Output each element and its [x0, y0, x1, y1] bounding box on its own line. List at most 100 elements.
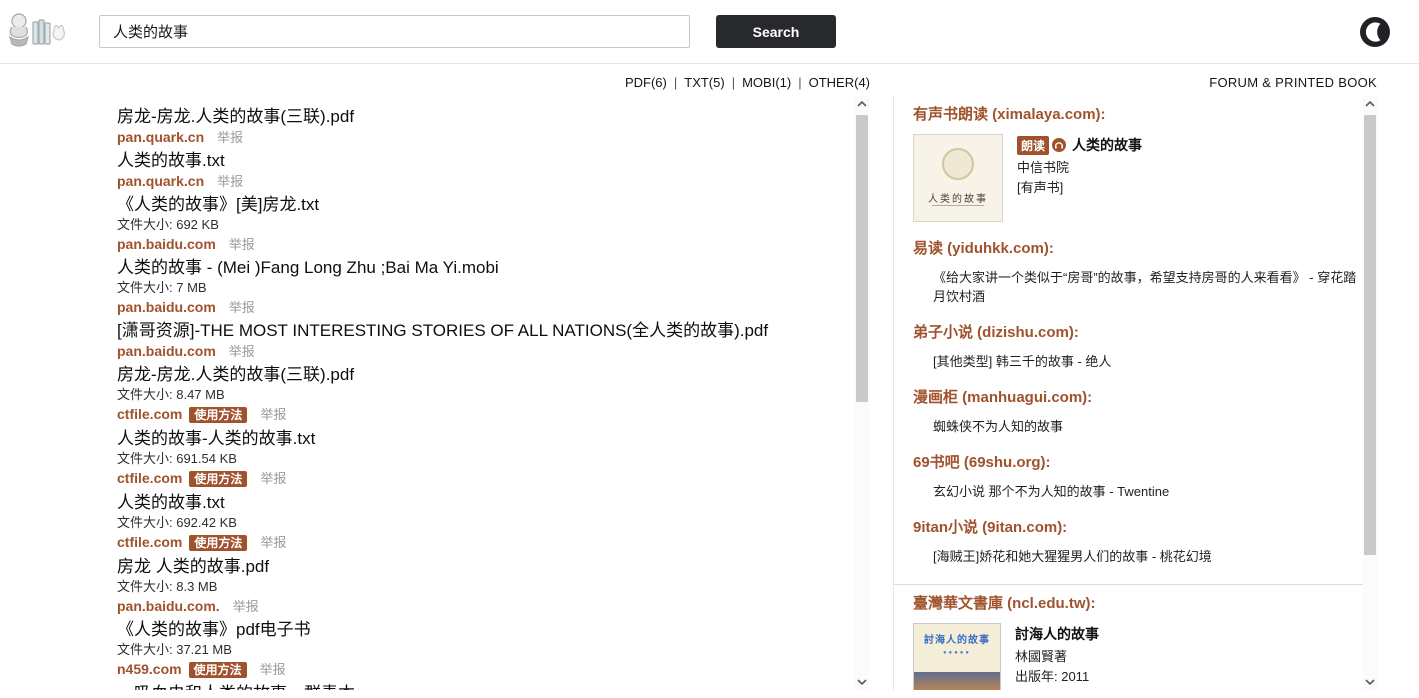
- filter-separator: |: [673, 75, 678, 90]
- report-link[interactable]: 举报: [217, 130, 243, 145]
- report-link[interactable]: 举报: [229, 344, 255, 359]
- sidebar-section-title[interactable]: 漫画柜 (manhuagui.com):: [913, 389, 1363, 407]
- result-source-link[interactable]: pan.baidu.com: [117, 343, 216, 359]
- sidebar-scrollbar[interactable]: [1363, 96, 1377, 690]
- book-card: 人类的故事 朗读 人类的故事 中信书院 [有声书]: [913, 134, 1363, 222]
- sidebar-section-title[interactable]: 9itan小说 (9itan.com):: [913, 519, 1363, 537]
- scroll-up-arrow[interactable]: [855, 96, 869, 112]
- format-filter-mobi[interactable]: MOBI(1): [742, 75, 791, 90]
- result-source-link[interactable]: pan.quark.cn: [117, 173, 204, 189]
- usage-instructions-badge[interactable]: 使用方法: [189, 471, 248, 487]
- format-filter-pdf[interactable]: PDF(6): [625, 75, 667, 90]
- book-meta-line: 出版年: 2011: [1015, 669, 1090, 684]
- site-logo[interactable]: [6, 9, 70, 55]
- book-info: 討海人的故事 林國賢著 出版年: 2011: [1015, 623, 1099, 690]
- top-bar: Search: [0, 0, 1419, 64]
- result-item: 房龙-房龙.人类的故事(三联).pdf 文件大小: 8.47 MB ctfile.c…: [117, 364, 813, 425]
- report-link[interactable]: 举报: [229, 300, 255, 315]
- book-cover-thumbnail[interactable]: 討海人的故事 ●●●●●: [913, 623, 1001, 690]
- result-title-link[interactable]: 吸血虫和人类的故事，群青本: [117, 683, 813, 690]
- sidebar-result-link[interactable]: 蜘蛛侠不为人知的故事: [933, 417, 1363, 436]
- result-title-link[interactable]: 人类的故事 - (Mei )Fang Long Zhu ;Bai Ma Yi.m…: [117, 257, 813, 278]
- sidebar-result-link[interactable]: [海贼王]娇花和她大猩猩男人们的故事 - 桃花幻境: [933, 547, 1363, 566]
- report-link[interactable]: 举报: [260, 407, 286, 422]
- result-source-row: pan.baidu.com 举报: [117, 342, 813, 361]
- filter-separator: |: [731, 75, 736, 90]
- sidebar-result-link[interactable]: 玄幻小说 那个不为人知的故事 - Twentine: [933, 482, 1363, 501]
- result-source-row: ctfile.com 使用方法 举报: [117, 533, 813, 553]
- sidebar-section: 臺灣華文書庫 (ncl.edu.tw): 討海人的故事 ●●●●● 討海人的故事 林國賢…: [913, 595, 1363, 690]
- format-filter-other[interactable]: OTHER(4): [809, 75, 870, 90]
- sidebar-result-link[interactable]: 《给大家讲一个类似于“房哥”的故事，希望支持房哥的人来看看》 - 穿花踏月饮村酒: [933, 268, 1363, 306]
- result-source-link[interactable]: ctfile.com: [117, 406, 182, 422]
- result-title-link[interactable]: [潇哥资源]-THE MOST INTERESTING STORIES OF A…: [117, 320, 813, 341]
- result-source-link[interactable]: n459.com: [117, 661, 182, 677]
- book-title-row: 朗读 人类的故事: [1017, 135, 1142, 155]
- cover-art: 討海人的故事 ●●●●●: [914, 624, 1000, 672]
- result-source-row: pan.quark.cn 举报: [117, 128, 813, 147]
- dark-mode-toggle[interactable]: [1360, 17, 1390, 47]
- sidebar-section-title[interactable]: 有声书朗读 (ximalaya.com):: [913, 106, 1363, 124]
- result-source-row: n459.com 使用方法 举报: [117, 660, 813, 680]
- scroll-down-arrow[interactable]: [855, 674, 869, 690]
- result-item: [潇哥资源]-THE MOST INTERESTING STORIES OF A…: [117, 320, 813, 361]
- result-title-link[interactable]: 《人类的故事》pdf电子书: [117, 619, 813, 640]
- sidebar-section-title[interactable]: 69书吧 (69shu.org):: [913, 454, 1363, 472]
- result-item: 人类的故事 - (Mei )Fang Long Zhu ;Bai Ma Yi.m…: [117, 257, 813, 317]
- scroll-down-arrow[interactable]: [1363, 674, 1377, 690]
- result-source-link[interactable]: ctfile.com: [117, 470, 182, 486]
- filter-bar: PDF(6) | TXT(5) | MOBI(1) | OTHER(4) FORUM & P…: [0, 75, 1419, 95]
- cover-sunset-art: [914, 672, 1000, 690]
- scrollbar-thumb[interactable]: [1364, 115, 1376, 555]
- sidebar-section-title[interactable]: 弟子小说 (dizishu.com):: [913, 324, 1363, 342]
- sidebar-section: 有声书朗读 (ximalaya.com): 人类的故事 朗读 人类的故事 中信书院 [有声…: [913, 106, 1363, 222]
- result-title-link[interactable]: 《人类的故事》[美]房龙.txt: [117, 194, 813, 215]
- usage-instructions-badge[interactable]: 使用方法: [189, 407, 248, 423]
- usage-instructions-badge[interactable]: 使用方法: [188, 662, 247, 678]
- search-button[interactable]: Search: [716, 15, 836, 48]
- result-title-link[interactable]: 人类的故事.txt: [117, 150, 813, 171]
- report-link[interactable]: 举报: [260, 662, 286, 677]
- result-title-link[interactable]: 人类的故事.txt: [117, 492, 813, 513]
- sidebar-result-link[interactable]: [其他类型] 韩三千的故事 - 绝人: [933, 352, 1363, 371]
- usage-instructions-badge[interactable]: 使用方法: [189, 535, 248, 551]
- result-item: 房龙-房龙.人类的故事(三联).pdf pan.quark.cn 举报: [117, 106, 813, 147]
- results-list: 房龙-房龙.人类的故事(三联).pdf pan.quark.cn 举报 人类的故事.t…: [107, 96, 855, 690]
- report-link[interactable]: 举报: [217, 174, 243, 189]
- sidebar-section-title[interactable]: 臺灣華文書庫 (ncl.edu.tw):: [913, 595, 1363, 613]
- book-title[interactable]: 討海人的故事: [1015, 624, 1099, 644]
- result-item: 人类的故事.txt pan.quark.cn 举报: [117, 150, 813, 191]
- format-filter-txt[interactable]: TXT(5): [684, 75, 724, 90]
- result-source-link[interactable]: pan.quark.cn: [117, 129, 204, 145]
- cover-emblem: [942, 148, 974, 180]
- result-title-link[interactable]: 房龙-房龙.人类的故事(三联).pdf: [117, 106, 813, 127]
- cover-title-text: 人类的故事: [928, 194, 988, 205]
- result-source-link[interactable]: pan.baidu.com: [117, 236, 216, 252]
- book-card: 討海人的故事 ●●●●● 討海人的故事 林國賢著 出版年: 2011: [913, 623, 1363, 690]
- result-source-row: ctfile.com 使用方法 举报: [117, 469, 813, 489]
- result-title-link[interactable]: 房龙 人类的故事.pdf: [117, 556, 813, 577]
- search-input[interactable]: [99, 15, 690, 48]
- result-source-link[interactable]: pan.baidu.com: [117, 299, 216, 315]
- results-scrollbar[interactable]: [855, 96, 869, 690]
- sidebar-section-title[interactable]: 易读 (yiduhkk.com):: [913, 240, 1363, 258]
- report-link[interactable]: 举报: [229, 237, 255, 252]
- result-file-size: 文件大小: 8.3 MB: [117, 579, 218, 594]
- scrollbar-thumb[interactable]: [856, 115, 868, 402]
- read-aloud-badge[interactable]: 朗读: [1017, 135, 1050, 155]
- sidebar-section: 漫画柜 (manhuagui.com): 蜘蛛侠不为人知的故事: [913, 389, 1363, 436]
- result-title-link[interactable]: 人类的故事-人类的故事.txt: [117, 428, 813, 449]
- book-cover-thumbnail[interactable]: 人类的故事: [913, 134, 1003, 222]
- result-item: 《人类的故事》pdf电子书 文件大小: 37.21 MB n459.com 使用方法举…: [117, 619, 813, 680]
- scroll-up-arrow[interactable]: [1363, 96, 1377, 112]
- result-source-link[interactable]: ctfile.com: [117, 534, 182, 550]
- result-title-link[interactable]: 房龙-房龙.人类的故事(三联).pdf: [117, 364, 813, 385]
- headphones-icon: [1052, 138, 1067, 152]
- result-source-link[interactable]: pan.baidu.com.: [117, 598, 220, 614]
- sidebar-section: 69书吧 (69shu.org): 玄幻小说 那个不为人知的故事 - Twenti…: [913, 454, 1363, 501]
- book-title[interactable]: 人类的故事: [1072, 135, 1142, 155]
- cover-title-text: 討海人的故事: [924, 635, 990, 646]
- report-link[interactable]: 举报: [233, 599, 259, 614]
- report-link[interactable]: 举报: [260, 471, 286, 486]
- report-link[interactable]: 举报: [260, 535, 286, 550]
